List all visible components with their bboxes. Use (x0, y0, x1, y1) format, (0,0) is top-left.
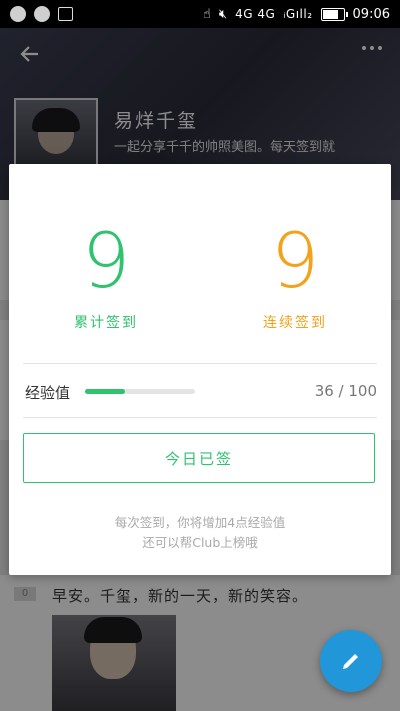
checkin-dialog: 9 累计签到 9 连续签到 经验值 36 / 100 今日已签 每次签到，你将增… (9, 164, 391, 575)
battery-icon (320, 7, 348, 21)
clock: 09:06 (352, 6, 390, 22)
image-icon (58, 7, 73, 21)
hint-line-2: 还可以帮Club上榜哦 (142, 535, 258, 550)
total-checkins-count: 9 (81, 216, 131, 305)
pencil-icon (343, 654, 358, 669)
streak-checkins-label: 连续签到 (263, 315, 327, 331)
status-bar: ☝ 🔇︎ 4G 4G ᵢGıll₂ 09:06 (0, 0, 400, 28)
streak-checkins-count: 9 (270, 216, 320, 305)
hand-icon: ☝ (202, 6, 211, 22)
experience-label: 经验值 (25, 384, 71, 402)
app-icon (34, 6, 50, 22)
divider (23, 363, 377, 364)
notification-icon (10, 6, 26, 22)
hint-line-1: 每次签到，你将增加4点经验值 (114, 515, 286, 530)
network-indicator: 4G 4G (235, 7, 276, 21)
mute-icon: 🔇︎ (218, 6, 228, 22)
divider (23, 417, 377, 418)
experience-progress-bar (85, 389, 195, 394)
experience-value: 36 / 100 (314, 382, 377, 400)
total-checkins-label: 累计签到 (74, 315, 138, 331)
experience-progress-fill (85, 389, 125, 394)
checkin-button[interactable]: 今日已签 (23, 433, 375, 483)
streak-checkins: 9 连续签到 (225, 216, 365, 332)
signal-indicator: ᵢGıll₂ (283, 7, 313, 21)
total-checkins: 9 累计签到 (36, 216, 176, 332)
compose-button[interactable] (320, 630, 382, 692)
